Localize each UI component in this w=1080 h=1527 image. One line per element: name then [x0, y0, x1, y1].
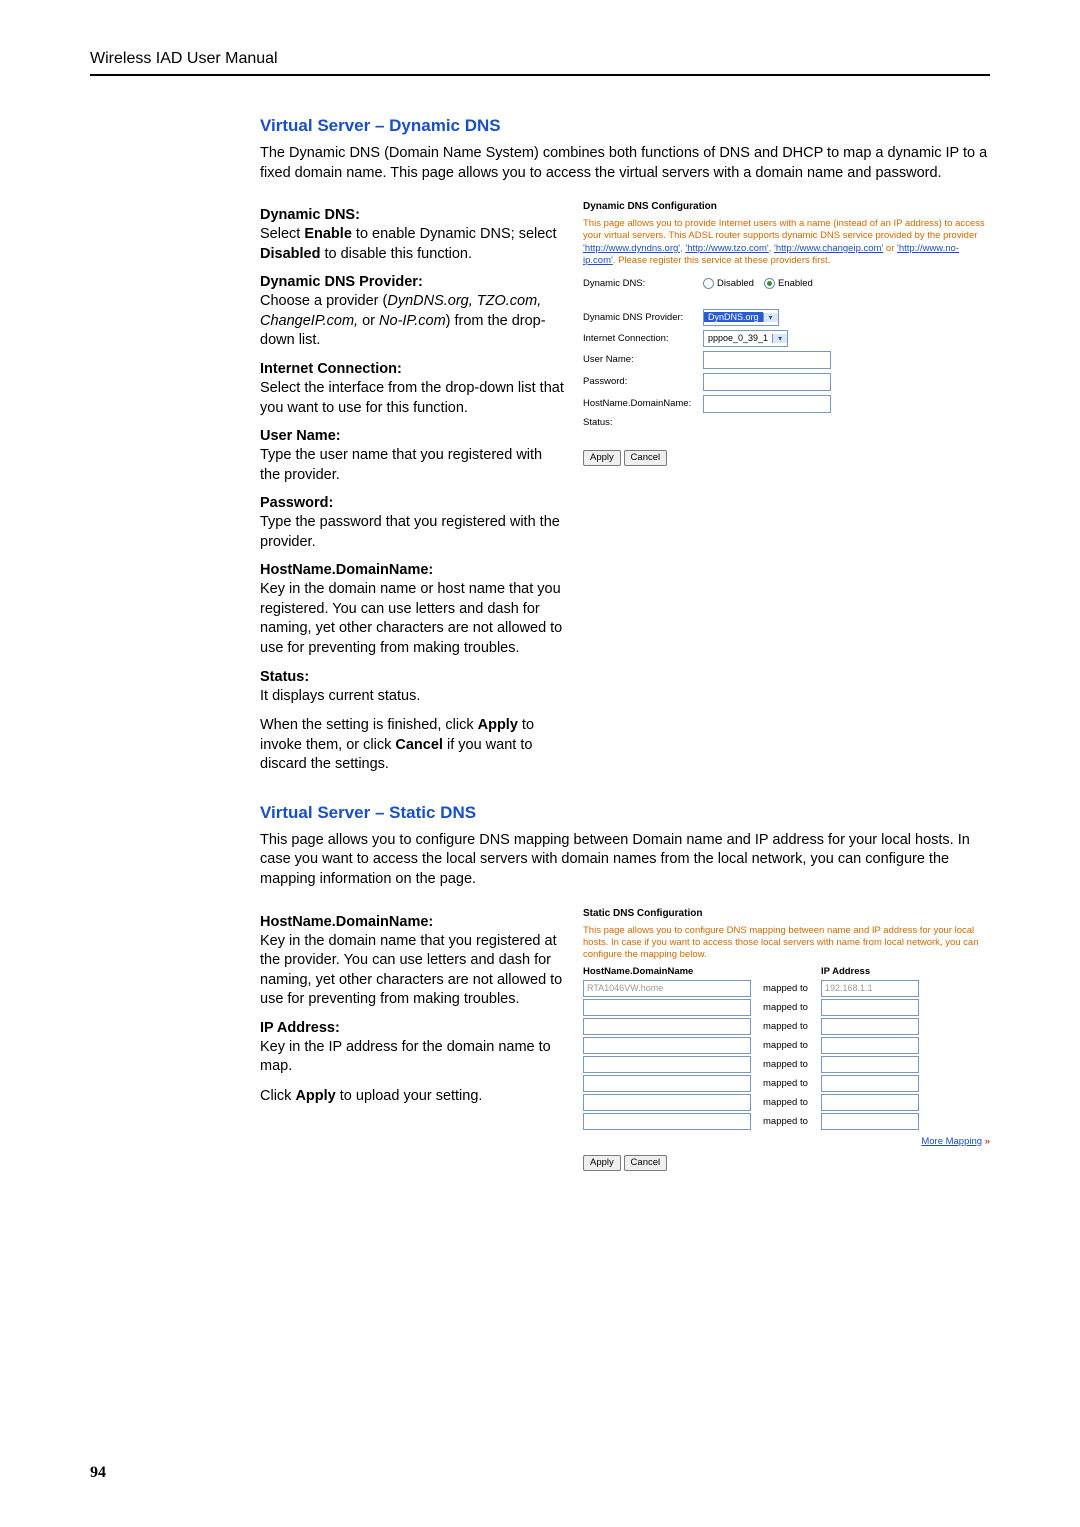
chevron-down-icon: ▾ — [772, 334, 787, 343]
dynamic-dns-panel: Dynamic DNS Configuration This page allo… — [583, 197, 990, 465]
static-ip-2[interactable] — [821, 1018, 919, 1035]
page-number: 94 — [90, 1464, 106, 1482]
static-ip-6[interactable] — [821, 1094, 919, 1111]
static-host-7[interactable] — [583, 1113, 751, 1130]
static-col-ip: IP Address — [821, 966, 870, 977]
field-status-label: Status: — [260, 669, 565, 685]
changeip-link[interactable]: 'http://www.changeip.com' — [774, 243, 883, 254]
static-ip-4[interactable] — [821, 1056, 919, 1073]
user-name-input[interactable] — [703, 351, 831, 369]
apply-button[interactable]: Apply — [583, 450, 621, 466]
static-host-2[interactable] — [583, 1018, 751, 1035]
more-mapping-link[interactable]: More Mapping » — [583, 1136, 990, 1147]
section2-title: Virtual Server – Static DNS — [260, 803, 990, 823]
static-ip-5[interactable] — [821, 1075, 919, 1092]
static-dns-panel: Static DNS Configuration This page allow… — [583, 904, 990, 1171]
static-host-1[interactable] — [583, 999, 751, 1016]
field2-ip-desc: Key in the IP address for the domain nam… — [260, 1038, 565, 1077]
dyn-row-provider: Dynamic DNS Provider: — [583, 312, 703, 323]
static-col-host: HostName.DomainName — [583, 966, 763, 977]
dyn-row-dyndns: Dynamic DNS: — [583, 278, 703, 289]
section1-intro: The Dynamic DNS (Domain Name System) com… — [260, 144, 990, 183]
section1-title: Virtual Server – Dynamic DNS — [260, 116, 990, 136]
static-panel-title: Static DNS Configuration — [583, 908, 990, 919]
dyndns-link[interactable]: 'http://www.dyndns.org' — [583, 243, 680, 254]
section1-closing: When the setting is finished, click Appl… — [260, 716, 565, 775]
static-ip-7[interactable] — [821, 1113, 919, 1130]
dyn-row-internet: Internet Connection: — [583, 333, 703, 344]
field-user-desc: Type the user name that you registered w… — [260, 446, 565, 485]
field-status-desc: It displays current status. — [260, 687, 565, 707]
provider-select[interactable]: DynDNS.org ▾ — [703, 309, 779, 326]
dyn-row-host: HostName.DomainName: — [583, 398, 703, 409]
hostname-input[interactable] — [703, 395, 831, 413]
chevron-down-icon: ▾ — [763, 313, 778, 322]
field-internet-label: Internet Connection: — [260, 361, 565, 377]
static-ip-3[interactable] — [821, 1037, 919, 1054]
field-pass-desc: Type the password that you registered wi… — [260, 513, 565, 552]
double-arrow-icon: » — [985, 1136, 990, 1147]
field-internet-desc: Select the interface from the drop-down … — [260, 379, 565, 418]
running-head: Wireless IAD User Manual — [90, 50, 990, 76]
static-host-3[interactable] — [583, 1037, 751, 1054]
section2-intro: This page allows you to configure DNS ma… — [260, 831, 990, 890]
dyn-row-pass: Password: — [583, 376, 703, 387]
field-host-desc: Key in the domain name or host name that… — [260, 580, 565, 658]
field-provider-desc: Choose a provider (DynDNS.org, TZO.com, … — [260, 292, 565, 351]
field-dyndns-label: Dynamic DNS: — [260, 207, 565, 223]
dyn-row-status: Status: — [583, 417, 703, 428]
static-host-0[interactable] — [583, 980, 751, 997]
internet-select[interactable]: pppoe_0_39_1 ▾ — [703, 330, 788, 347]
static-ip-0[interactable] — [821, 980, 919, 997]
dyn-row-user: User Name: — [583, 354, 703, 365]
field-provider-label: Dynamic DNS Provider: — [260, 274, 565, 290]
static-host-5[interactable] — [583, 1075, 751, 1092]
mapped-to-label: mapped to — [763, 1059, 821, 1070]
password-input[interactable] — [703, 373, 831, 391]
mapped-to-label: mapped to — [763, 1002, 821, 1013]
static-panel-desc: This page allows you to configure DNS ma… — [583, 925, 990, 962]
field-user-label: User Name: — [260, 428, 565, 444]
static-host-6[interactable] — [583, 1094, 751, 1111]
section2-closing: Click Apply to upload your setting. — [260, 1087, 565, 1107]
mapped-to-label: mapped to — [763, 983, 821, 994]
radio-enabled[interactable] — [764, 278, 775, 289]
radio-disabled-label: Disabled — [717, 278, 754, 289]
mapped-to-label: mapped to — [763, 1078, 821, 1089]
mapped-to-label: mapped to — [763, 1021, 821, 1032]
static-host-4[interactable] — [583, 1056, 751, 1073]
dyn-panel-title: Dynamic DNS Configuration — [583, 201, 990, 212]
mapped-to-label: mapped to — [763, 1116, 821, 1127]
field2-host-desc: Key in the domain name that you register… — [260, 932, 565, 1010]
mapped-to-label: mapped to — [763, 1097, 821, 1108]
field-pass-label: Password: — [260, 495, 565, 511]
field2-ip-label: IP Address: — [260, 1020, 565, 1036]
field-dyndns-desc: Select Enable to enable Dynamic DNS; sel… — [260, 225, 565, 264]
static-ip-1[interactable] — [821, 999, 919, 1016]
tzo-link[interactable]: 'http://www.tzo.com' — [685, 243, 768, 254]
cancel-button[interactable]: Cancel — [624, 1155, 668, 1171]
apply-button[interactable]: Apply — [583, 1155, 621, 1171]
mapped-to-label: mapped to — [763, 1040, 821, 1051]
dyn-panel-desc: This page allows you to provide Internet… — [583, 218, 990, 267]
field2-host-label: HostName.DomainName: — [260, 914, 565, 930]
radio-enabled-label: Enabled — [778, 278, 813, 289]
radio-disabled[interactable] — [703, 278, 714, 289]
cancel-button[interactable]: Cancel — [624, 450, 668, 466]
field-host-label: HostName.DomainName: — [260, 562, 565, 578]
